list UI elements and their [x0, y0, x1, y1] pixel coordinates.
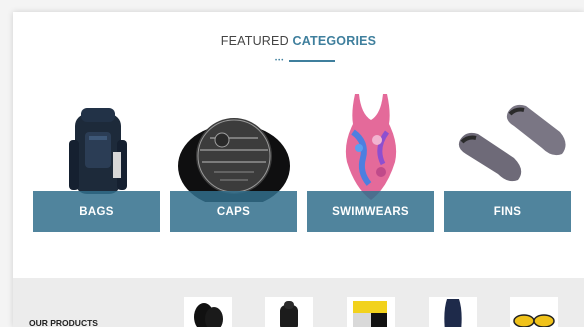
category-label[interactable]: FINS	[444, 191, 571, 232]
swim-cap-image	[178, 118, 290, 202]
category-card-swimwears[interactable]: SWIMWEARS	[307, 92, 434, 232]
section-title: FEATURED CATEGORIES	[13, 34, 584, 48]
section-title-accent: CATEGORIES	[292, 34, 377, 48]
product-thumb-mesh-bag[interactable]	[347, 297, 395, 327]
title-underline-decoration: •••	[275, 58, 335, 64]
category-card-fins[interactable]: FINS	[444, 92, 571, 232]
category-label[interactable]: CAPS	[170, 191, 297, 232]
swimsuit-image	[444, 299, 462, 327]
featured-categories-panel: FEATURED CATEGORIES ••• BAGS CAPS SWIMWE…	[13, 12, 584, 327]
fins-image	[458, 104, 566, 182]
backpack-image	[69, 108, 127, 194]
our-products-label: OUR PRODUCTS	[29, 318, 98, 327]
flip-flops-image	[194, 303, 223, 327]
backpack-image	[280, 301, 298, 327]
swimsuit-image	[345, 94, 397, 200]
category-label[interactable]: SWIMWEARS	[307, 191, 434, 232]
product-thumb-goggles[interactable]	[510, 297, 558, 327]
category-grid: BAGS CAPS SWIMWEARS FINS	[33, 92, 571, 232]
category-card-caps[interactable]: CAPS	[170, 92, 297, 232]
goggles-image	[513, 314, 555, 327]
category-label[interactable]: BAGS	[33, 191, 160, 232]
product-thumb-swimsuit[interactable]	[429, 297, 477, 327]
product-thumb-flip-flops[interactable]	[184, 297, 232, 327]
product-thumb-backpack[interactable]	[265, 297, 313, 327]
mesh-bag-image	[353, 301, 387, 327]
section-title-plain: FEATURED	[220, 34, 293, 48]
our-products-band: OUR PRODUCTS	[13, 278, 584, 327]
category-card-bags[interactable]: BAGS	[33, 92, 160, 232]
